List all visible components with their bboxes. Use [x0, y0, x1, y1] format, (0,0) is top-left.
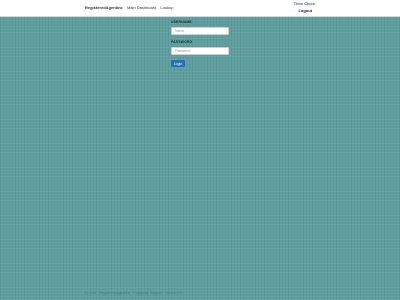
time-clock-link[interactable]: Time Clock [294, 1, 315, 6]
password-input[interactable] [171, 47, 229, 55]
login-button[interactable]: Login [171, 60, 185, 67]
username-label: USERNAME [171, 20, 192, 24]
nav-links: Main Dashboard Lookup [127, 5, 173, 10]
nav-link-main-dashboard[interactable]: Main Dashboard [127, 5, 156, 10]
password-label: PASSWORD [171, 40, 193, 44]
logout-link[interactable]: Logout [298, 8, 312, 13]
brand-logo-text[interactable]: RegisteredAgentInc [85, 5, 123, 10]
footer-text: © 2024 - RegisteredAgentInc · Corporate … [85, 291, 183, 295]
top-navbar: RegisteredAgentInc Main Dashboard Lookup… [0, 0, 400, 17]
login-form: USERNAME PASSWORD Login [171, 20, 229, 67]
nav-link-lookup[interactable]: Lookup [160, 5, 173, 10]
username-input[interactable] [171, 27, 229, 35]
